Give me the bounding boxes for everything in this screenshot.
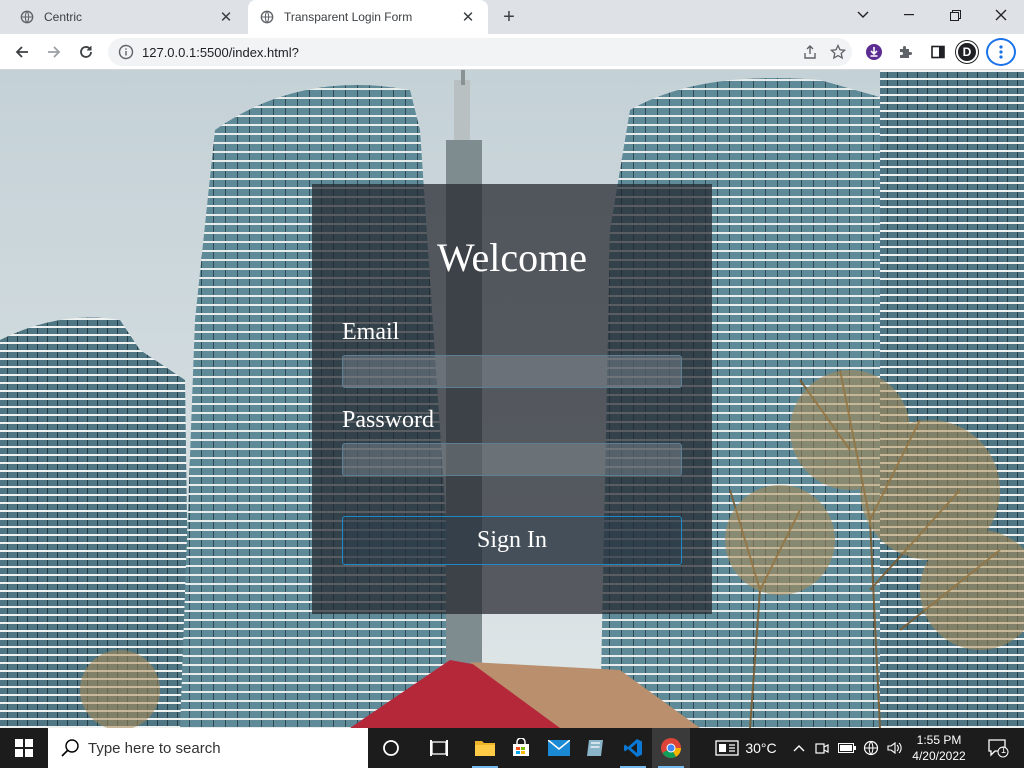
windows-start-icon[interactable] bbox=[0, 728, 48, 768]
close-tab-icon[interactable]: ✕ bbox=[460, 9, 476, 26]
back-arrow-icon[interactable] bbox=[8, 38, 36, 66]
restore-window-button[interactable] bbox=[932, 0, 978, 30]
forward-arrow-icon[interactable] bbox=[40, 38, 68, 66]
meet-now-icon[interactable] bbox=[812, 728, 832, 768]
globe-icon bbox=[20, 10, 34, 24]
email-label: Email bbox=[342, 319, 400, 345]
notification-count: 1 bbox=[1001, 745, 1007, 755]
browser-toolbar: 127.0.0.1:5500/index.html? D bbox=[0, 34, 1024, 70]
task-view-icon[interactable] bbox=[420, 728, 458, 768]
file-explorer-icon[interactable] bbox=[466, 728, 504, 768]
windows-taskbar: Type here to search 30°C 1:55 PM 4/20/20… bbox=[0, 728, 1024, 768]
weather-icon bbox=[715, 740, 740, 756]
bookmark-star-icon[interactable] bbox=[824, 38, 852, 66]
extensions-puzzle-icon[interactable] bbox=[892, 38, 920, 66]
weather-temp: 30°C bbox=[745, 740, 777, 756]
minimize-window-button[interactable] bbox=[886, 0, 932, 30]
volume-icon[interactable] bbox=[884, 728, 906, 768]
sign-in-button[interactable]: Sign In bbox=[342, 516, 682, 565]
email-field[interactable] bbox=[342, 355, 682, 388]
chrome-icon[interactable] bbox=[652, 728, 690, 768]
password-label: Password bbox=[342, 407, 435, 433]
vscode-icon[interactable] bbox=[614, 728, 652, 768]
network-globe-icon[interactable] bbox=[860, 728, 882, 768]
page-viewport: Welcome Email Password Sign In bbox=[0, 70, 1024, 728]
reload-icon[interactable] bbox=[72, 38, 100, 66]
tab-strip: Centric ✕ Transparent Login Form ✕ + bbox=[0, 0, 1024, 34]
close-tab-icon[interactable]: ✕ bbox=[218, 9, 234, 26]
notes-app-icon[interactable] bbox=[576, 728, 614, 768]
search-icon bbox=[61, 739, 79, 757]
share-icon[interactable] bbox=[796, 38, 824, 66]
clock-date: 4/20/2022 bbox=[912, 749, 966, 763]
notification-center-icon[interactable]: 1 bbox=[978, 728, 1018, 768]
password-field[interactable] bbox=[342, 443, 682, 476]
show-hidden-icons-chevron-icon[interactable] bbox=[790, 728, 808, 768]
download-extension-icon[interactable] bbox=[860, 38, 888, 66]
profile-avatar[interactable]: D bbox=[956, 41, 978, 63]
address-bar[interactable]: 127.0.0.1:5500/index.html? bbox=[108, 38, 852, 66]
microsoft-store-icon[interactable] bbox=[502, 728, 540, 768]
url-text[interactable]: 127.0.0.1:5500/index.html? bbox=[142, 45, 796, 60]
more-menu-icon[interactable] bbox=[986, 38, 1016, 66]
clock-time: 1:55 PM bbox=[916, 733, 962, 747]
site-info-icon[interactable] bbox=[118, 44, 134, 60]
battery-icon[interactable] bbox=[836, 728, 858, 768]
taskbar-search-input[interactable]: Type here to search bbox=[48, 728, 368, 768]
search-placeholder: Type here to search bbox=[88, 739, 221, 757]
globe-icon bbox=[260, 10, 274, 24]
page-title: Welcome bbox=[436, 235, 588, 280]
tab-centric[interactable]: Centric ✕ bbox=[8, 0, 246, 34]
cortana-icon[interactable] bbox=[372, 728, 410, 768]
tab-title: Centric bbox=[44, 10, 83, 24]
login-form-panel: Welcome Email Password Sign In bbox=[312, 184, 712, 614]
tab-search-chevron-icon[interactable] bbox=[840, 0, 886, 30]
weather-widget[interactable]: 30°C bbox=[706, 728, 786, 768]
taskbar-clock[interactable]: 1:55 PM 4/20/2022 bbox=[906, 728, 972, 768]
tab-title: Transparent Login Form bbox=[284, 10, 413, 24]
new-tab-button[interactable]: + bbox=[496, 6, 522, 28]
tab-transparent-login[interactable]: Transparent Login Form ✕ bbox=[248, 0, 488, 34]
mail-icon[interactable] bbox=[540, 728, 578, 768]
side-panel-icon[interactable] bbox=[924, 38, 952, 66]
close-window-button[interactable] bbox=[978, 0, 1024, 30]
